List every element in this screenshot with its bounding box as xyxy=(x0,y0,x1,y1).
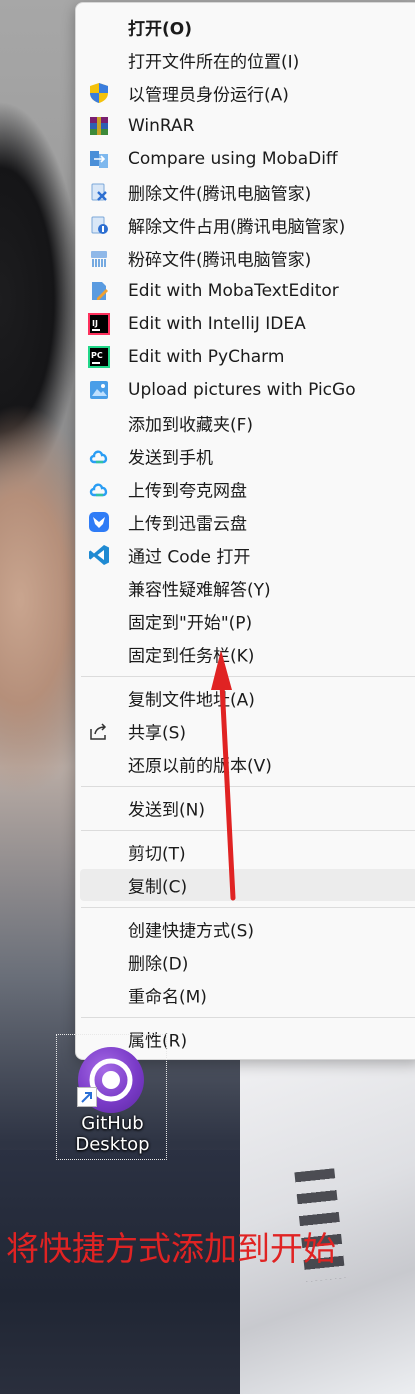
mobadiff-icon xyxy=(88,148,110,170)
menu-item-open-with-code[interactable]: 通过 Code 打开 xyxy=(80,539,415,571)
vscode-icon xyxy=(88,544,110,566)
menu-item-pin-to-start[interactable]: 固定到"开始"(P) xyxy=(80,605,415,637)
cloud-icon xyxy=(88,445,110,467)
intellij-icon: IJ xyxy=(88,313,110,335)
context-menu: 打开(O) 打开文件所在的位置(I) 以管理员身份运行(A) WinRAR Co… xyxy=(75,2,415,1060)
shred-file-icon xyxy=(88,247,110,269)
desktop-shortcut-github-desktop[interactable]: GitHub Desktop xyxy=(56,1034,167,1160)
menu-separator xyxy=(81,786,415,787)
menu-item-restore-versions[interactable]: 还原以前的版本(V) xyxy=(80,748,415,780)
mobatexteditor-icon xyxy=(88,280,110,302)
menu-separator xyxy=(81,907,415,908)
pycharm-icon: PC xyxy=(88,346,110,368)
menu-item-intellij[interactable]: IJ Edit with IntelliJ IDEA xyxy=(80,308,415,340)
menu-item-copy-path[interactable]: 复制文件地址(A) xyxy=(80,682,415,714)
cloud-icon xyxy=(88,478,110,500)
menu-item-winrar[interactable]: WinRAR xyxy=(80,110,415,142)
desktop-shortcut-label: GitHub Desktop xyxy=(75,1113,150,1155)
menu-item-open-location[interactable]: 打开文件所在的位置(I) xyxy=(80,44,415,76)
menu-item-delete[interactable]: 删除(D) xyxy=(80,946,415,978)
menu-item-pycharm[interactable]: PC Edit with PyCharm xyxy=(80,341,415,373)
menu-item-run-as-admin[interactable]: 以管理员身份运行(A) xyxy=(80,77,415,109)
menu-item-shred-file-tencent[interactable]: 粉碎文件(腾讯电脑管家) xyxy=(80,242,415,274)
menu-item-mobadiff[interactable]: Compare using MobaDiff xyxy=(80,143,415,175)
menu-item-share[interactable]: 共享(S) xyxy=(80,715,415,747)
shortcut-arrow-icon xyxy=(77,1087,97,1107)
menu-item-rename[interactable]: 重命名(M) xyxy=(80,979,415,1011)
menu-item-open[interactable]: 打开(O) xyxy=(80,11,415,43)
menu-separator xyxy=(81,1017,415,1018)
menu-item-upload-xunlei[interactable]: 上传到迅雷云盘 xyxy=(80,506,415,538)
menu-item-send-to[interactable]: 发送到(N) xyxy=(80,792,415,824)
menu-item-cut[interactable]: 剪切(T) xyxy=(80,836,415,868)
background-clothing xyxy=(0,1150,240,1394)
menu-item-picgo[interactable]: Upload pictures with PicGo xyxy=(80,374,415,406)
menu-item-unlock-file-tencent[interactable]: 解除文件占用(腾讯电脑管家) xyxy=(80,209,415,241)
share-icon xyxy=(88,720,110,742)
menu-item-add-to-favorites[interactable]: 添加到收藏夹(F) xyxy=(80,407,415,439)
menu-item-pin-to-taskbar[interactable]: 固定到任务栏(K) xyxy=(80,638,415,670)
menu-separator xyxy=(81,676,415,677)
menu-item-create-shortcut[interactable]: 创建快捷方式(S) xyxy=(80,913,415,945)
menu-item-send-to-phone[interactable]: 发送到手机 xyxy=(80,440,415,472)
menu-item-compat-troubleshoot[interactable]: 兼容性疑难解答(Y) xyxy=(80,572,415,604)
annotation-caption: 将快捷方式添加到开始 xyxy=(6,1229,336,1268)
menu-item-copy[interactable]: 复制(C) xyxy=(80,869,415,901)
uac-shield-icon xyxy=(88,82,110,104)
svg-text:PC: PC xyxy=(91,351,103,360)
menu-item-upload-quark[interactable]: 上传到夸克网盘 xyxy=(80,473,415,505)
unlock-file-icon xyxy=(88,214,110,236)
winrar-icon xyxy=(88,115,110,137)
xunlei-icon xyxy=(88,511,110,533)
picgo-icon xyxy=(88,379,110,401)
delete-file-icon xyxy=(88,181,110,203)
menu-item-delete-file-tencent[interactable]: 删除文件(腾讯电脑管家) xyxy=(80,176,415,208)
svg-text:IJ: IJ xyxy=(92,319,98,328)
menu-item-mobatexteditor[interactable]: Edit with MobaTextEditor xyxy=(80,275,415,307)
menu-separator xyxy=(81,830,415,831)
